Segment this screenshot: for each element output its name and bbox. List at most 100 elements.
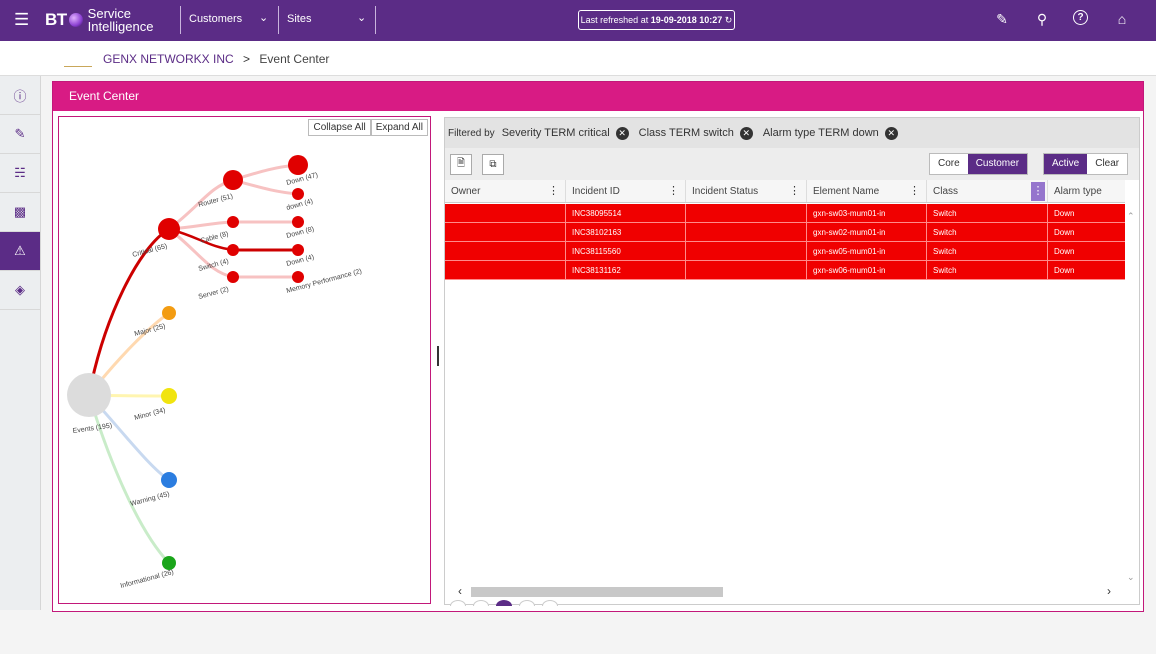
sidebar-item-dashboard[interactable]: ▩ [0, 193, 40, 232]
tree-node-minor[interactable] [161, 388, 177, 404]
tree-node-warning[interactable] [161, 472, 177, 488]
grid-body: INC38095514 gxn-sw03-mum01-in Switch Dow… [445, 204, 1125, 280]
page-dot[interactable] [542, 600, 558, 606]
globe-icon [68, 13, 83, 27]
column-menu-icon[interactable]: ⋮ [789, 180, 800, 203]
tree-label-class: Router (51) [198, 193, 234, 209]
scrollbar-thumb[interactable] [471, 587, 723, 597]
pane-splitter-handle[interactable] [437, 346, 439, 366]
column-header-owner[interactable]: Owner ⋮ [445, 180, 566, 202]
tree-node-alarm[interactable] [292, 216, 304, 228]
tree-node-class[interactable] [227, 244, 239, 256]
filter-chip: Severity TERM critical ✕ [501, 126, 629, 140]
search-icon[interactable]: ⚲ [1033, 10, 1051, 28]
column-menu-icon[interactable]: ⋮ [909, 180, 920, 203]
cell-owner [445, 242, 566, 260]
hamburger-icon[interactable]: ☰ [14, 11, 29, 29]
customer-button[interactable]: Customer [967, 154, 1028, 174]
cell-element: gxn-sw05-mum01-in [807, 242, 927, 260]
column-menu-icon[interactable]: ⋮ [668, 180, 679, 203]
table-row[interactable]: INC38095514 gxn-sw03-mum01-in Switch Dow… [445, 204, 1125, 223]
info-icon: ⓘ [13, 88, 27, 104]
column-header-element-name[interactable]: Element Name ⋮ [807, 180, 927, 202]
filter-chip: Class TERM switch ✕ [638, 126, 753, 140]
active-button[interactable]: Active [1044, 154, 1088, 174]
sidebar-item-tasks[interactable]: ✎ [0, 115, 40, 154]
export-icon[interactable]: 🗎 [450, 154, 472, 175]
column-header-label: Owner [451, 186, 481, 197]
scope-toggle: Core Customer [929, 153, 1029, 175]
refresh-button[interactable]: Last refreshed at 19-09-2018 10:27 ↻ [578, 10, 735, 30]
column-header-incident-id[interactable]: Incident ID ⋮ [566, 180, 686, 202]
column-header-label: Element Name [813, 186, 880, 197]
breadcrumb-org[interactable]: GENX NETWORKX INC [103, 52, 234, 66]
tree-node-alarm[interactable] [292, 244, 304, 256]
home-icon[interactable]: ⌂ [1113, 10, 1131, 28]
chevron-down-icon[interactable]: ⌄ [259, 11, 268, 24]
brand-line-2: Intelligence [87, 19, 154, 34]
column-menu-icon[interactable]: ⋮ [548, 180, 559, 203]
chevron-down-icon[interactable]: ⌄ [357, 11, 366, 24]
chevron-down-icon[interactable]: ⌄ [1127, 572, 1135, 583]
tree-node-alarm[interactable] [292, 271, 304, 283]
event-tree: Collapse All Expand All Events (195) Cri… [58, 116, 431, 604]
page-dot[interactable] [473, 600, 489, 606]
clear-button[interactable]: Clear [1087, 154, 1128, 174]
column-menu-icon[interactable]: ⋮ [1031, 182, 1045, 201]
sidebar-item-info[interactable]: ⓘ [0, 76, 40, 115]
close-icon[interactable]: ✕ [739, 126, 753, 140]
tree-node-informational[interactable] [162, 556, 176, 570]
tree-node-alarm[interactable] [292, 188, 304, 200]
help-icon[interactable]: ? [1073, 10, 1088, 25]
sidebar-item-diamond[interactable]: ◈ [0, 271, 40, 310]
tree-label-severity: Minor (34) [134, 407, 167, 422]
filter-bar: Filtered by Severity TERM critical ✕ Cla… [445, 118, 1139, 148]
close-icon[interactable]: ✕ [884, 126, 898, 140]
refresh-icon: ↻ [724, 15, 733, 25]
column-header-alarm-type[interactable]: Alarm type [1048, 180, 1125, 202]
vertical-scrollbar[interactable]: ⌃ ⌄ [1125, 203, 1139, 585]
tree-node-class[interactable] [227, 216, 239, 228]
column-header-class[interactable]: Class ⋮ [927, 180, 1048, 202]
chevron-left-icon[interactable]: ‹ [458, 584, 462, 598]
copy-icon[interactable]: ⧉ [482, 154, 504, 175]
tree-link [87, 227, 170, 396]
edit-icon[interactable]: ✎ [993, 10, 1011, 28]
customers-dropdown[interactable]: Customers [189, 13, 242, 25]
core-button[interactable]: Core [930, 154, 968, 174]
sites-dropdown[interactable]: Sites [287, 13, 311, 25]
column-header-incident-status[interactable]: Incident Status ⋮ [686, 180, 807, 202]
cell-alarm: Down [1054, 247, 1075, 256]
logo[interactable]: BT Service Intelligence [45, 7, 153, 33]
table-row[interactable]: INC38102163 gxn-sw02-mum01-in Switch Dow… [445, 223, 1125, 242]
page-dot-current[interactable] [496, 600, 512, 606]
panel-title: Event Center [53, 82, 1143, 111]
close-icon[interactable]: ✕ [615, 126, 629, 140]
tree-node-class[interactable] [223, 170, 243, 190]
filter-chip-label: Class TERM switch [638, 127, 734, 139]
tree-node-class[interactable] [227, 271, 239, 283]
table-row[interactable]: INC38115560 gxn-sw05-mum01-in Switch Dow… [445, 242, 1125, 261]
sidebar-item-network[interactable]: ☵ [0, 154, 40, 193]
tree-label-root: Events (195) [72, 423, 112, 435]
page-dot[interactable] [450, 600, 466, 606]
dashboard-icon: ▩ [13, 204, 27, 219]
cell-element: gxn-sw06-mum01-in [807, 261, 927, 279]
tree-node-root[interactable] [67, 373, 111, 417]
tree-node-alarm[interactable] [288, 155, 308, 175]
sidebar-item-events[interactable]: ⚠ [0, 232, 40, 271]
breadcrumb-page: Event Center [259, 52, 330, 66]
cell-incident-id: INC38115560 [566, 242, 686, 260]
horizontal-scrollbar[interactable]: ‹ › [445, 584, 1125, 599]
tree-node-critical[interactable] [158, 218, 180, 240]
table-row[interactable]: INC38131162 gxn-sw06-mum01-in Switch Dow… [445, 261, 1125, 280]
cell-alarm: Down [1054, 209, 1075, 218]
chevron-right-icon[interactable]: › [1107, 584, 1111, 598]
breadcrumb: GENX NETWORKX INC > Event Center [103, 52, 329, 66]
grid-toolbar: 🗎 ⧉ Core Customer Active Clear [445, 148, 1139, 180]
filter-chip-label: Severity TERM critical [501, 127, 610, 139]
tree-node-major[interactable] [162, 306, 176, 320]
page-dot[interactable] [519, 600, 535, 606]
chevron-up-icon[interactable]: ⌃ [1127, 211, 1135, 222]
tree-label-alarm: Down (4) [286, 254, 315, 268]
